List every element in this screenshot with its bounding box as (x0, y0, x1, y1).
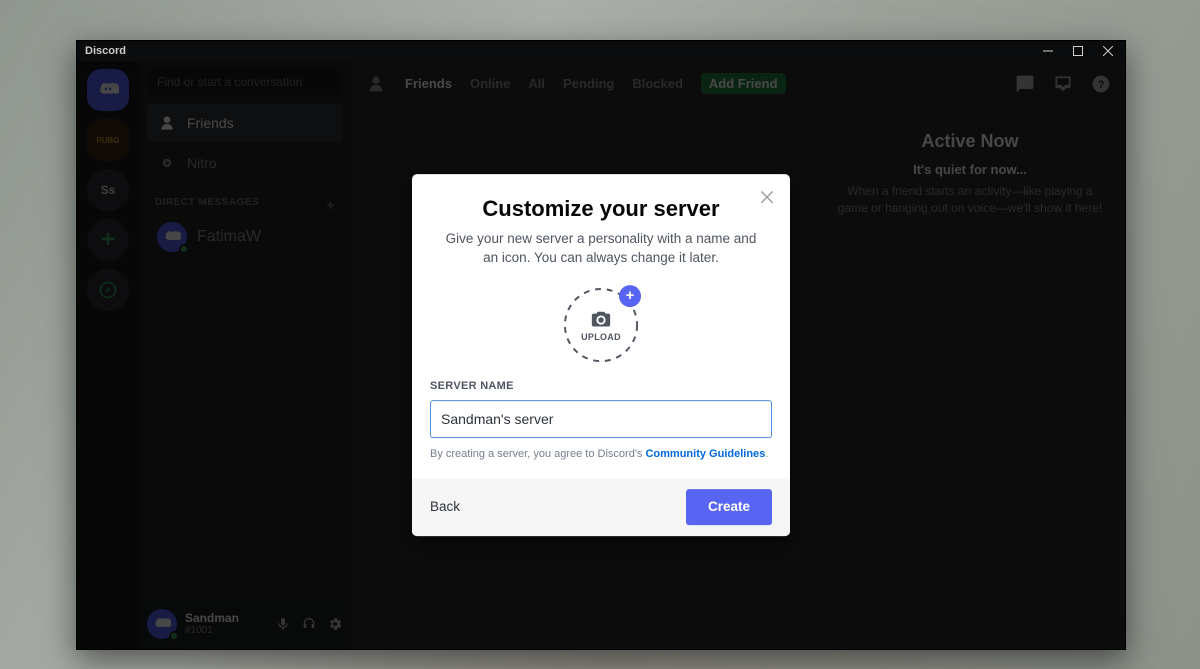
server-pubg[interactable]: PUBG (87, 119, 129, 161)
close-icon (758, 188, 776, 206)
server-ss[interactable]: Ss (87, 169, 129, 211)
conversation-search[interactable]: Find or start a conversation (149, 69, 341, 95)
new-dm-icon[interactable] (1015, 74, 1035, 94)
nitro-icon (157, 153, 177, 173)
discord-logo-icon (97, 79, 119, 101)
tab-online[interactable]: Online (470, 76, 510, 91)
titlebar: Discord (77, 41, 1125, 61)
window-title: Discord (85, 45, 126, 57)
maximize-button[interactable] (1063, 41, 1093, 61)
nitro-nav-item[interactable]: Nitro (147, 144, 343, 182)
mute-icon[interactable] (275, 616, 291, 632)
community-guidelines-link[interactable]: Community Guidelines (645, 448, 765, 460)
tab-all[interactable]: All (528, 76, 545, 91)
friends-nav-item[interactable]: Friends (147, 104, 343, 142)
modal-footer: Back Create (412, 478, 790, 536)
deafen-icon[interactable] (301, 616, 317, 632)
self-status-dot-icon (169, 631, 179, 641)
add-server-button[interactable]: + (87, 219, 129, 261)
server-name-input[interactable] (430, 400, 772, 438)
modal-title: Customize your server (430, 196, 772, 222)
settings-icon[interactable] (327, 616, 343, 632)
app-body: PUBG Ss + Find or start a conversation F… (77, 61, 1125, 649)
guidelines-prefix: By creating a server, you agree to Disco… (430, 448, 645, 460)
contact-avatar (157, 222, 187, 252)
dm-contact[interactable]: FatimaW (147, 217, 343, 257)
compass-icon (98, 280, 118, 300)
modal-description: Give your new server a personality with … (430, 230, 772, 268)
upload-plus-badge: + (619, 285, 641, 307)
create-button[interactable]: Create (686, 489, 772, 525)
create-server-modal: Customize your server Give your new serv… (412, 174, 790, 536)
plus-icon: + (626, 287, 635, 304)
tab-pending[interactable]: Pending (563, 76, 614, 91)
create-dm-icon[interactable]: + (326, 197, 335, 213)
activity-subtitle: It's quiet for now... (833, 162, 1107, 177)
dm-header-label: DIRECT MESSAGES (155, 197, 259, 213)
friends-header-icon (365, 73, 387, 95)
back-button[interactable]: Back (430, 499, 460, 514)
home-server-button[interactable] (87, 69, 129, 111)
server-name-field-label: SERVER NAME (430, 380, 772, 392)
user-panel: Sandman #1001 (139, 599, 351, 649)
inbox-icon[interactable] (1053, 74, 1073, 94)
tab-blocked[interactable]: Blocked (632, 76, 683, 91)
topbar: Friends Online All Pending Blocked Add F… (351, 61, 1125, 107)
friends-icon (157, 113, 177, 133)
server-rail: PUBG Ss + (77, 61, 139, 649)
friends-label: Friends (187, 115, 234, 131)
dm-sidebar: Find or start a conversation Friends Nit… (139, 61, 351, 649)
minimize-button[interactable] (1033, 41, 1063, 61)
svg-text:?: ? (1098, 79, 1105, 91)
activity-text: When a friend starts an activity—like pl… (833, 183, 1107, 217)
self-tag: #1001 (185, 625, 239, 636)
close-window-button[interactable] (1093, 41, 1123, 61)
explore-servers-button[interactable] (87, 269, 129, 311)
help-icon[interactable]: ? (1091, 74, 1111, 94)
app-window: Discord PUBG Ss + Find or (76, 40, 1126, 650)
activity-panel: Active Now It's quiet for now... When a … (815, 107, 1125, 649)
self-avatar[interactable] (147, 609, 177, 639)
guidelines-period: . (765, 448, 768, 460)
friends-header-label: Friends (405, 76, 452, 91)
modal-close-button[interactable] (758, 188, 776, 211)
contact-name: FatimaW (197, 228, 261, 246)
self-username: Sandman (185, 612, 239, 625)
guidelines-text: By creating a server, you agree to Disco… (430, 448, 772, 460)
status-dot-icon (179, 244, 189, 254)
activity-title: Active Now (833, 131, 1107, 152)
nitro-label: Nitro (187, 155, 217, 171)
user-info: Sandman #1001 (185, 612, 239, 636)
add-friend-button[interactable]: Add Friend (701, 73, 786, 94)
dm-section-header: DIRECT MESSAGES + (139, 183, 351, 217)
upload-avatar-zone[interactable]: UPLOAD + (562, 286, 640, 364)
window-controls (1033, 41, 1123, 61)
